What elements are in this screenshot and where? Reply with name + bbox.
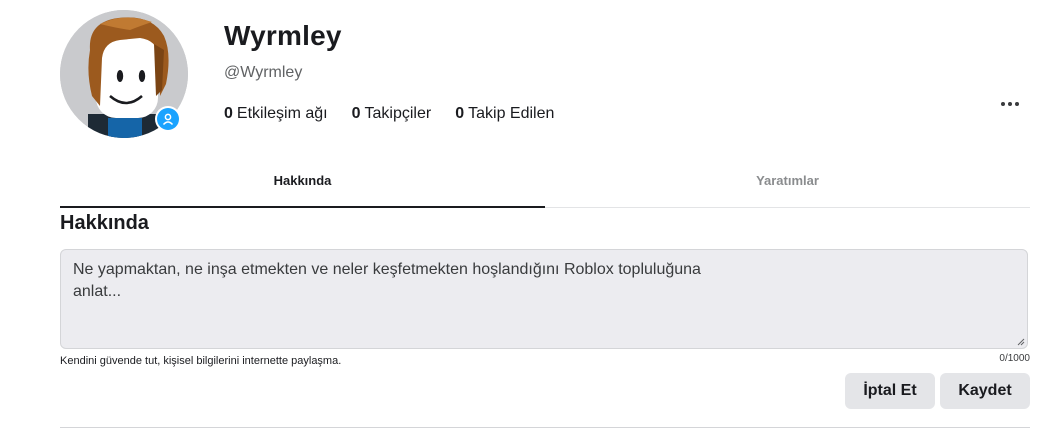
user-icon (157, 108, 179, 130)
character-count: 0/1000 (999, 353, 1030, 364)
more-options-icon[interactable] (996, 94, 1024, 114)
cancel-button[interactable]: İptal Et (845, 373, 935, 409)
save-button[interactable]: Kaydet (940, 373, 1030, 409)
display-name: Wyrmley (224, 20, 342, 51)
presence-indicator (155, 106, 181, 132)
safety-note: Kendini güvende tut, kişisel bilgilerini… (60, 355, 342, 367)
stat-following[interactable]: 0 Takip Edilen (455, 105, 554, 123)
about-placeholder: Ne yapmaktan, ne inşa etmekten ve neler … (73, 261, 701, 300)
profile-tabs: Hakkında Yaratımlar (60, 160, 1030, 208)
stat-count: 0 (224, 105, 233, 122)
resize-handle-icon[interactable] (1017, 338, 1025, 346)
about-heading: Hakkında (60, 212, 149, 234)
username: @Wyrmley (224, 64, 303, 81)
stat-label: Takip Edilen (468, 105, 555, 122)
stat-count: 0 (351, 105, 361, 122)
stat-connections[interactable]: 0 Etkileşim ağı (224, 105, 328, 123)
stat-label: Etkileşim ağı (236, 105, 328, 122)
stat-count: 0 (455, 105, 465, 122)
stat-label: Takipçiler (364, 105, 432, 122)
tab-creations[interactable]: Yaratımlar (545, 160, 1030, 207)
tab-about[interactable]: Hakkında (60, 160, 545, 208)
profile-stats: 0 Etkileşim ağı 0 Takipçiler 0 Takip Edilen (224, 105, 554, 123)
stat-followers[interactable]: 0 Takipçiler (352, 105, 432, 123)
about-textarea[interactable]: Ne yapmaktan, ne inşa etmekten ve neler … (60, 249, 1028, 349)
divider (60, 427, 1030, 428)
